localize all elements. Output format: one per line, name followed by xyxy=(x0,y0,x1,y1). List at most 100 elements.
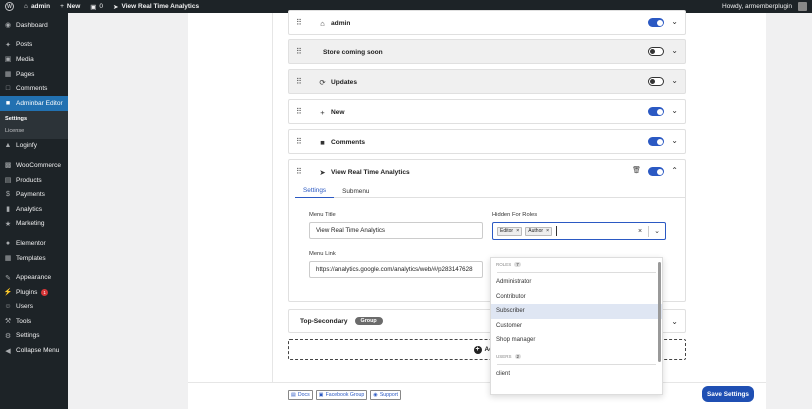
sidebar-item-tools[interactable]: ⚒ Tools xyxy=(0,314,68,329)
visibility-toggle[interactable] xyxy=(648,167,664,176)
sidebar-item-plugins[interactable]: ⚡ Plugins 1 xyxy=(0,285,68,300)
support-link[interactable]: ◉ Support xyxy=(370,390,401,400)
menu-row-comments: ⠿ ■ Comments ⌄ xyxy=(288,129,686,154)
menu-link-label: Menu Link xyxy=(309,251,336,257)
admin-bar-icon: ■ xyxy=(5,99,11,107)
facebook-group-link[interactable]: ▣ Facebook Group xyxy=(315,390,368,400)
editor-left-column xyxy=(188,13,273,395)
tab-settings[interactable]: Settings xyxy=(295,184,335,198)
wp-logo-button[interactable]: W xyxy=(0,0,19,13)
analytics-icon: ▮ xyxy=(6,206,10,214)
menu-link-input[interactable]: https://analytics.google.com/analytics/w… xyxy=(309,261,483,278)
loginfy-icon: ▲ xyxy=(4,142,12,150)
visibility-toggle[interactable] xyxy=(648,137,664,146)
site-name-link[interactable]: ⌂ admin xyxy=(19,0,55,13)
rocket-icon: ➤ xyxy=(319,167,326,177)
chevron-down-icon[interactable]: ⌄ xyxy=(671,46,678,55)
sidebar-item-settings[interactable]: ⚙ Settings xyxy=(0,329,68,344)
sidebar-item-analytics[interactable]: ▮ Analytics xyxy=(0,202,68,217)
sidebar-item-woocommerce[interactable]: ▩ WooCommerce xyxy=(0,158,68,173)
hidden-for-roles-label: Hidden For Roles xyxy=(492,212,538,218)
sidebar-item-media[interactable]: ▣ Media xyxy=(0,52,68,67)
sidebar-item-templates[interactable]: ▦ Templates xyxy=(0,251,68,266)
rocket-icon: ➤ xyxy=(113,3,119,11)
drag-handle-icon[interactable]: ⠿ xyxy=(296,78,304,86)
drag-handle-icon[interactable]: ⠿ xyxy=(296,138,304,146)
chevron-down-icon[interactable]: ⌄ xyxy=(671,136,678,145)
sidebar-item-pages[interactable]: ▦ Pages xyxy=(0,67,68,82)
comment-icon: ■ xyxy=(320,137,325,147)
remove-chip-icon[interactable]: × xyxy=(546,228,549,234)
editor-panel: ⠿ ⌂ admin ⌄ ⠿ Store coming soon ⌄ ⠿ ⟳ Up… xyxy=(188,10,766,395)
wordpress-icon: W xyxy=(5,2,14,11)
editor-footer: ▤ Docs ▣ Facebook Group ◉ Support Save Sett… xyxy=(188,382,766,409)
save-settings-button[interactable]: Save Settings xyxy=(702,386,754,402)
chevron-down-icon[interactable]: ⌄ xyxy=(671,106,678,115)
sidebar-item-comments[interactable]: □ Comments xyxy=(0,81,68,96)
drag-handle-icon[interactable]: ⠿ xyxy=(296,48,304,56)
users-group-header: USERS 2 xyxy=(496,353,522,359)
menu-title-input[interactable]: View Real Time Analytics xyxy=(309,222,483,239)
payments-icon: $ xyxy=(6,191,10,199)
sidebar-item-payments[interactable]: $ Payments xyxy=(0,187,68,202)
visibility-toggle[interactable] xyxy=(648,77,664,86)
woo-icon: ▩ xyxy=(4,162,12,170)
remove-chip-icon[interactable]: × xyxy=(516,228,519,234)
sidebar-item-dashboard[interactable]: ◉ Dashboard xyxy=(0,18,68,33)
sidebar-item-marketing[interactable]: ★ Marketing xyxy=(0,217,68,232)
chevron-down-icon[interactable]: ⌄ xyxy=(671,17,678,26)
dropdown-option-shop-manager[interactable]: Shop manager xyxy=(491,333,662,348)
settings-icon: ⚙ xyxy=(4,332,12,340)
docs-link[interactable]: ▤ Docs xyxy=(288,390,313,400)
comment-icon: □ xyxy=(5,85,11,93)
comments-link[interactable]: ▣ 0 xyxy=(85,0,108,13)
admin-sidebar: ◉ Dashboard ✦ Posts ▣ Media ▦ Pages □ Comment… xyxy=(0,13,68,409)
sidebar-item-elementor[interactable]: ● Elementor xyxy=(0,236,68,251)
dropdown-scrollbar[interactable] xyxy=(658,262,661,362)
trash-icon[interactable]: 🗑 xyxy=(632,166,641,174)
chevron-down-icon[interactable]: ⌄ xyxy=(649,227,665,235)
account-menu[interactable]: Howdy, armemberplugin xyxy=(717,0,812,13)
plus-icon: + xyxy=(60,3,64,10)
role-chip-editor: Editor × xyxy=(497,226,523,236)
drag-handle-icon[interactable]: ⠿ xyxy=(296,108,304,116)
sidebar-item-posts[interactable]: ✦ Posts xyxy=(0,38,68,53)
roles-group-header: ROLES 7 xyxy=(496,262,521,267)
media-icon: ▣ xyxy=(4,56,12,64)
new-content-link[interactable]: + New xyxy=(55,0,85,13)
menu-title-label: Menu Title xyxy=(309,212,336,218)
sidebar-item-appearance[interactable]: ✎ Appearance xyxy=(0,270,68,285)
pin-icon: ✦ xyxy=(5,41,11,49)
dropdown-option-client[interactable]: client xyxy=(491,367,662,382)
analytics-link[interactable]: ➤ View Real Time Analytics xyxy=(108,0,204,13)
sidebar-item-adminbar-editor[interactable]: ■ Adminbar Editor xyxy=(0,95,68,111)
dropdown-option-customer[interactable]: Customer xyxy=(491,319,662,334)
chevron-down-icon[interactable]: ⌄ xyxy=(671,317,678,326)
dropdown-option-administrator[interactable]: Administrator xyxy=(491,275,662,290)
tab-submenu[interactable]: Submenu xyxy=(334,184,377,198)
support-icon: ◉ xyxy=(373,392,378,398)
submenu-item-license[interactable]: License xyxy=(0,125,68,137)
dropdown-option-subscriber[interactable]: Subscriber xyxy=(491,304,662,319)
sidebar-item-collapse-menu[interactable]: ◀ Collapse Menu xyxy=(0,343,68,358)
chevron-up-icon[interactable]: ⌃ xyxy=(671,166,678,175)
menu-row-admin: ⠿ ⌂ admin ⌄ xyxy=(288,10,686,35)
sidebar-item-loginfy[interactable]: ▲ Loginfy xyxy=(0,139,68,154)
visibility-toggle[interactable] xyxy=(648,47,664,56)
clear-selection-icon[interactable]: × xyxy=(632,228,648,235)
hidden-for-roles-select[interactable]: Editor × Author × × ⌄ xyxy=(492,222,666,240)
submenu-item-settings[interactable]: Settings xyxy=(0,113,68,125)
visibility-toggle[interactable] xyxy=(648,18,664,27)
home-icon: ⌂ xyxy=(24,3,28,10)
appearance-icon: ✎ xyxy=(5,274,11,282)
avatar xyxy=(798,2,807,11)
chevron-down-icon[interactable]: ⌄ xyxy=(671,76,678,85)
sidebar-item-products[interactable]: ▤ Products xyxy=(0,173,68,188)
roles-dropdown-list: ROLES 7 Administrator Contributor Subscri… xyxy=(490,257,663,395)
drag-handle-icon[interactable]: ⠿ xyxy=(296,168,304,176)
drag-handle-icon[interactable]: ⠿ xyxy=(296,19,304,27)
visibility-toggle[interactable] xyxy=(648,107,664,116)
dropdown-option-contributor[interactable]: Contributor xyxy=(491,290,662,305)
sidebar-item-users[interactable]: ☺ Users xyxy=(0,300,68,315)
marketing-icon: ★ xyxy=(4,220,12,228)
